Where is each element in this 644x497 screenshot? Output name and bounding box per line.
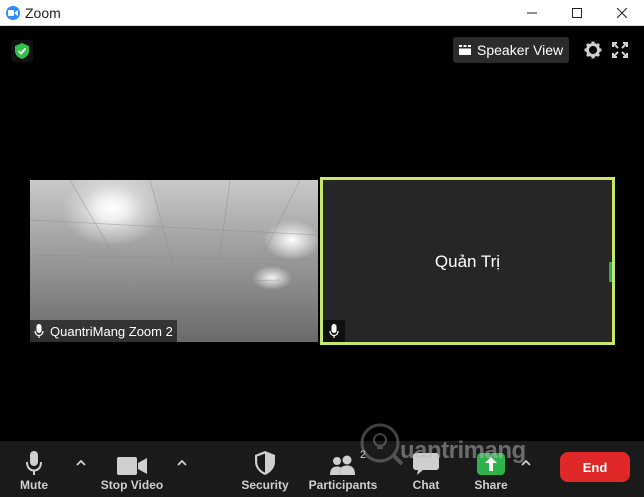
chevron-up-icon	[177, 460, 187, 466]
grid-view-icon	[459, 45, 471, 55]
stop-video-label: Stop Video	[100, 478, 164, 492]
close-icon	[617, 8, 627, 18]
close-button[interactable]	[600, 0, 644, 26]
video-feed	[30, 180, 318, 301]
participants-label: Participants	[308, 478, 378, 492]
mute-label: Mute	[20, 478, 48, 492]
meeting-security-indicator[interactable]	[11, 40, 33, 62]
shield-check-icon	[15, 43, 29, 59]
microphone-icon	[26, 451, 42, 475]
title-bar: Zoom	[0, 0, 644, 26]
video-options-button[interactable]	[175, 456, 189, 470]
zoom-meeting-window: Zoom Speaker View QuantriMang Zoom 2 Quả…	[0, 0, 644, 497]
participant-name: Quản Trị	[434, 252, 501, 271]
participant-video-tile[interactable]: QuantriMang Zoom 2	[30, 180, 318, 342]
zoom-logo-icon	[6, 6, 20, 20]
minimize-icon	[527, 12, 537, 14]
maximize-icon	[572, 8, 582, 18]
settings-button[interactable]	[584, 41, 602, 59]
participant-name-tag: QuantriMang Zoom 2	[30, 320, 177, 342]
speaker-view-button[interactable]: Speaker View	[453, 37, 569, 63]
security-label: Security	[241, 478, 289, 492]
chevron-up-icon	[76, 460, 86, 466]
participant-name: QuantriMang Zoom 2	[50, 323, 173, 339]
audio-options-button[interactable]	[74, 456, 88, 470]
fullscreen-button[interactable]	[612, 42, 628, 58]
share-label: Share	[474, 478, 508, 492]
fullscreen-icon	[612, 42, 628, 58]
active-speaker-tile[interactable]: Quản Trị	[320, 177, 615, 345]
stop-video-button[interactable]: Stop Video	[96, 441, 168, 497]
microphone-icon	[329, 324, 339, 338]
gear-icon	[584, 41, 602, 59]
participant-mic-status	[323, 320, 345, 342]
microphone-icon	[34, 324, 44, 338]
video-camera-icon	[117, 457, 147, 475]
watermark-text: uantrimang	[400, 437, 526, 464]
speaker-view-label: Speaker View	[477, 42, 564, 58]
window-title: Zoom	[25, 5, 61, 21]
shield-icon	[255, 451, 275, 475]
chat-label: Chat	[412, 478, 440, 492]
maximize-button[interactable]	[555, 0, 599, 26]
participants-icon	[330, 455, 355, 475]
minimize-button[interactable]	[510, 0, 554, 26]
mute-button[interactable]: Mute	[14, 441, 54, 497]
security-button[interactable]: Security	[238, 441, 292, 497]
audio-level-indicator	[609, 262, 612, 282]
